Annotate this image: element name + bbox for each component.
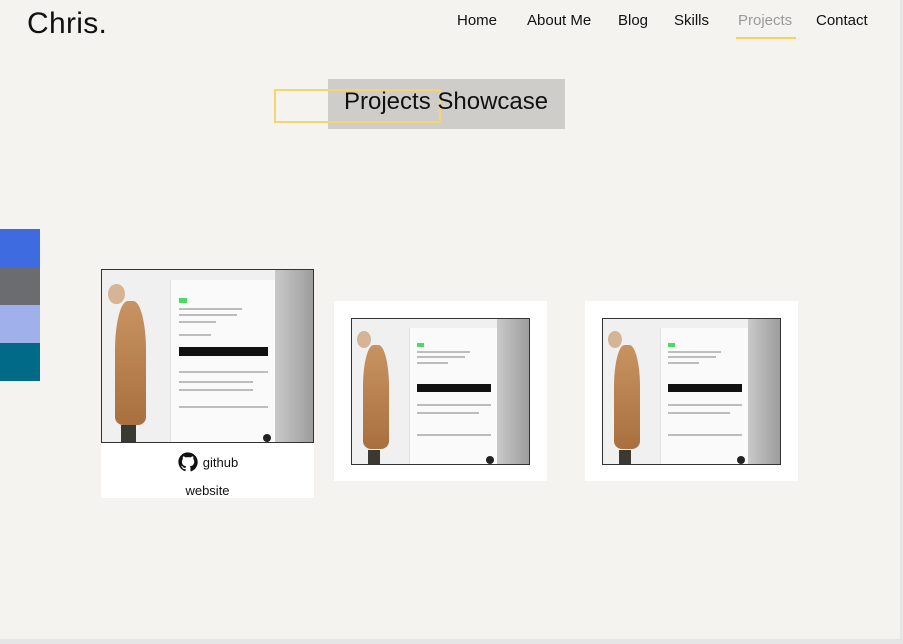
product-panel [408, 327, 499, 464]
color-swatch-bar [0, 229, 40, 381]
product-title-line [667, 361, 699, 364]
github-link[interactable]: github [203, 455, 238, 470]
details-line [416, 412, 479, 415]
model-coat [613, 345, 641, 450]
swatch-light-blue[interactable] [0, 305, 40, 343]
side-panel [275, 270, 313, 442]
model-head [608, 330, 623, 348]
product-title-line [178, 307, 243, 310]
project-links: github website [101, 449, 314, 498]
details-line [667, 404, 743, 406]
model-coat [114, 300, 147, 425]
product-tag [667, 342, 675, 347]
side-panel [748, 319, 780, 464]
model-legs [120, 424, 136, 442]
scroll-dot [262, 434, 271, 442]
project-screenshot[interactable] [101, 269, 314, 443]
page-title: Projects Showcase [344, 88, 549, 115]
github-icon[interactable] [177, 449, 199, 475]
product-panel [169, 280, 277, 442]
add-to-cart-bar [178, 346, 268, 357]
product-title-line [416, 356, 466, 359]
project-screenshot[interactable] [351, 318, 530, 465]
details-line [178, 380, 253, 383]
details-line [667, 433, 743, 436]
product-tag [416, 342, 424, 347]
nav-projects[interactable]: Projects [736, 12, 797, 39]
model-head [357, 330, 372, 348]
side-panel [497, 319, 529, 464]
bottom-edge [0, 639, 903, 644]
product-tag [178, 298, 188, 303]
details-line [178, 406, 268, 409]
main-nav: Home About Me Blog Skills Projects Conta… [0, 12, 903, 42]
model-coat [362, 345, 390, 450]
product-title-line [667, 356, 717, 359]
nav-contact[interactable]: Contact [816, 12, 868, 37]
details-line [416, 404, 492, 406]
page: Chris. Home About Me Blog Skills Project… [0, 0, 903, 644]
product-title-line [667, 350, 721, 353]
swatch-blue[interactable] [0, 229, 40, 267]
details-line [178, 370, 268, 373]
scroll-dot [485, 456, 494, 464]
nav-blog[interactable]: Blog [618, 12, 648, 37]
project-card[interactable] [334, 301, 547, 481]
add-to-cart-bar [416, 383, 492, 392]
model-head [108, 283, 126, 305]
model-legs [618, 449, 632, 464]
project-screenshot[interactable] [602, 318, 781, 465]
swatch-teal[interactable] [0, 343, 40, 381]
project-card[interactable] [585, 301, 798, 481]
details-line [416, 433, 492, 436]
product-title-line [416, 350, 470, 353]
project-card[interactable]: github website [101, 269, 314, 498]
product-title-line [416, 361, 448, 364]
scroll-dot [736, 456, 745, 464]
details-line [178, 388, 253, 391]
model-legs [367, 449, 381, 464]
nav-skills[interactable]: Skills [674, 12, 709, 37]
add-to-cart-bar [667, 383, 743, 392]
product-panel [659, 327, 750, 464]
details-line [667, 412, 730, 415]
product-title-line [178, 314, 237, 317]
nav-home[interactable]: Home [457, 12, 497, 37]
product-title-line [178, 320, 216, 323]
swatch-gray[interactable] [0, 267, 40, 305]
website-link[interactable]: website [101, 483, 314, 498]
size-options-line [178, 333, 211, 336]
nav-about-me[interactable]: About Me [527, 12, 591, 37]
